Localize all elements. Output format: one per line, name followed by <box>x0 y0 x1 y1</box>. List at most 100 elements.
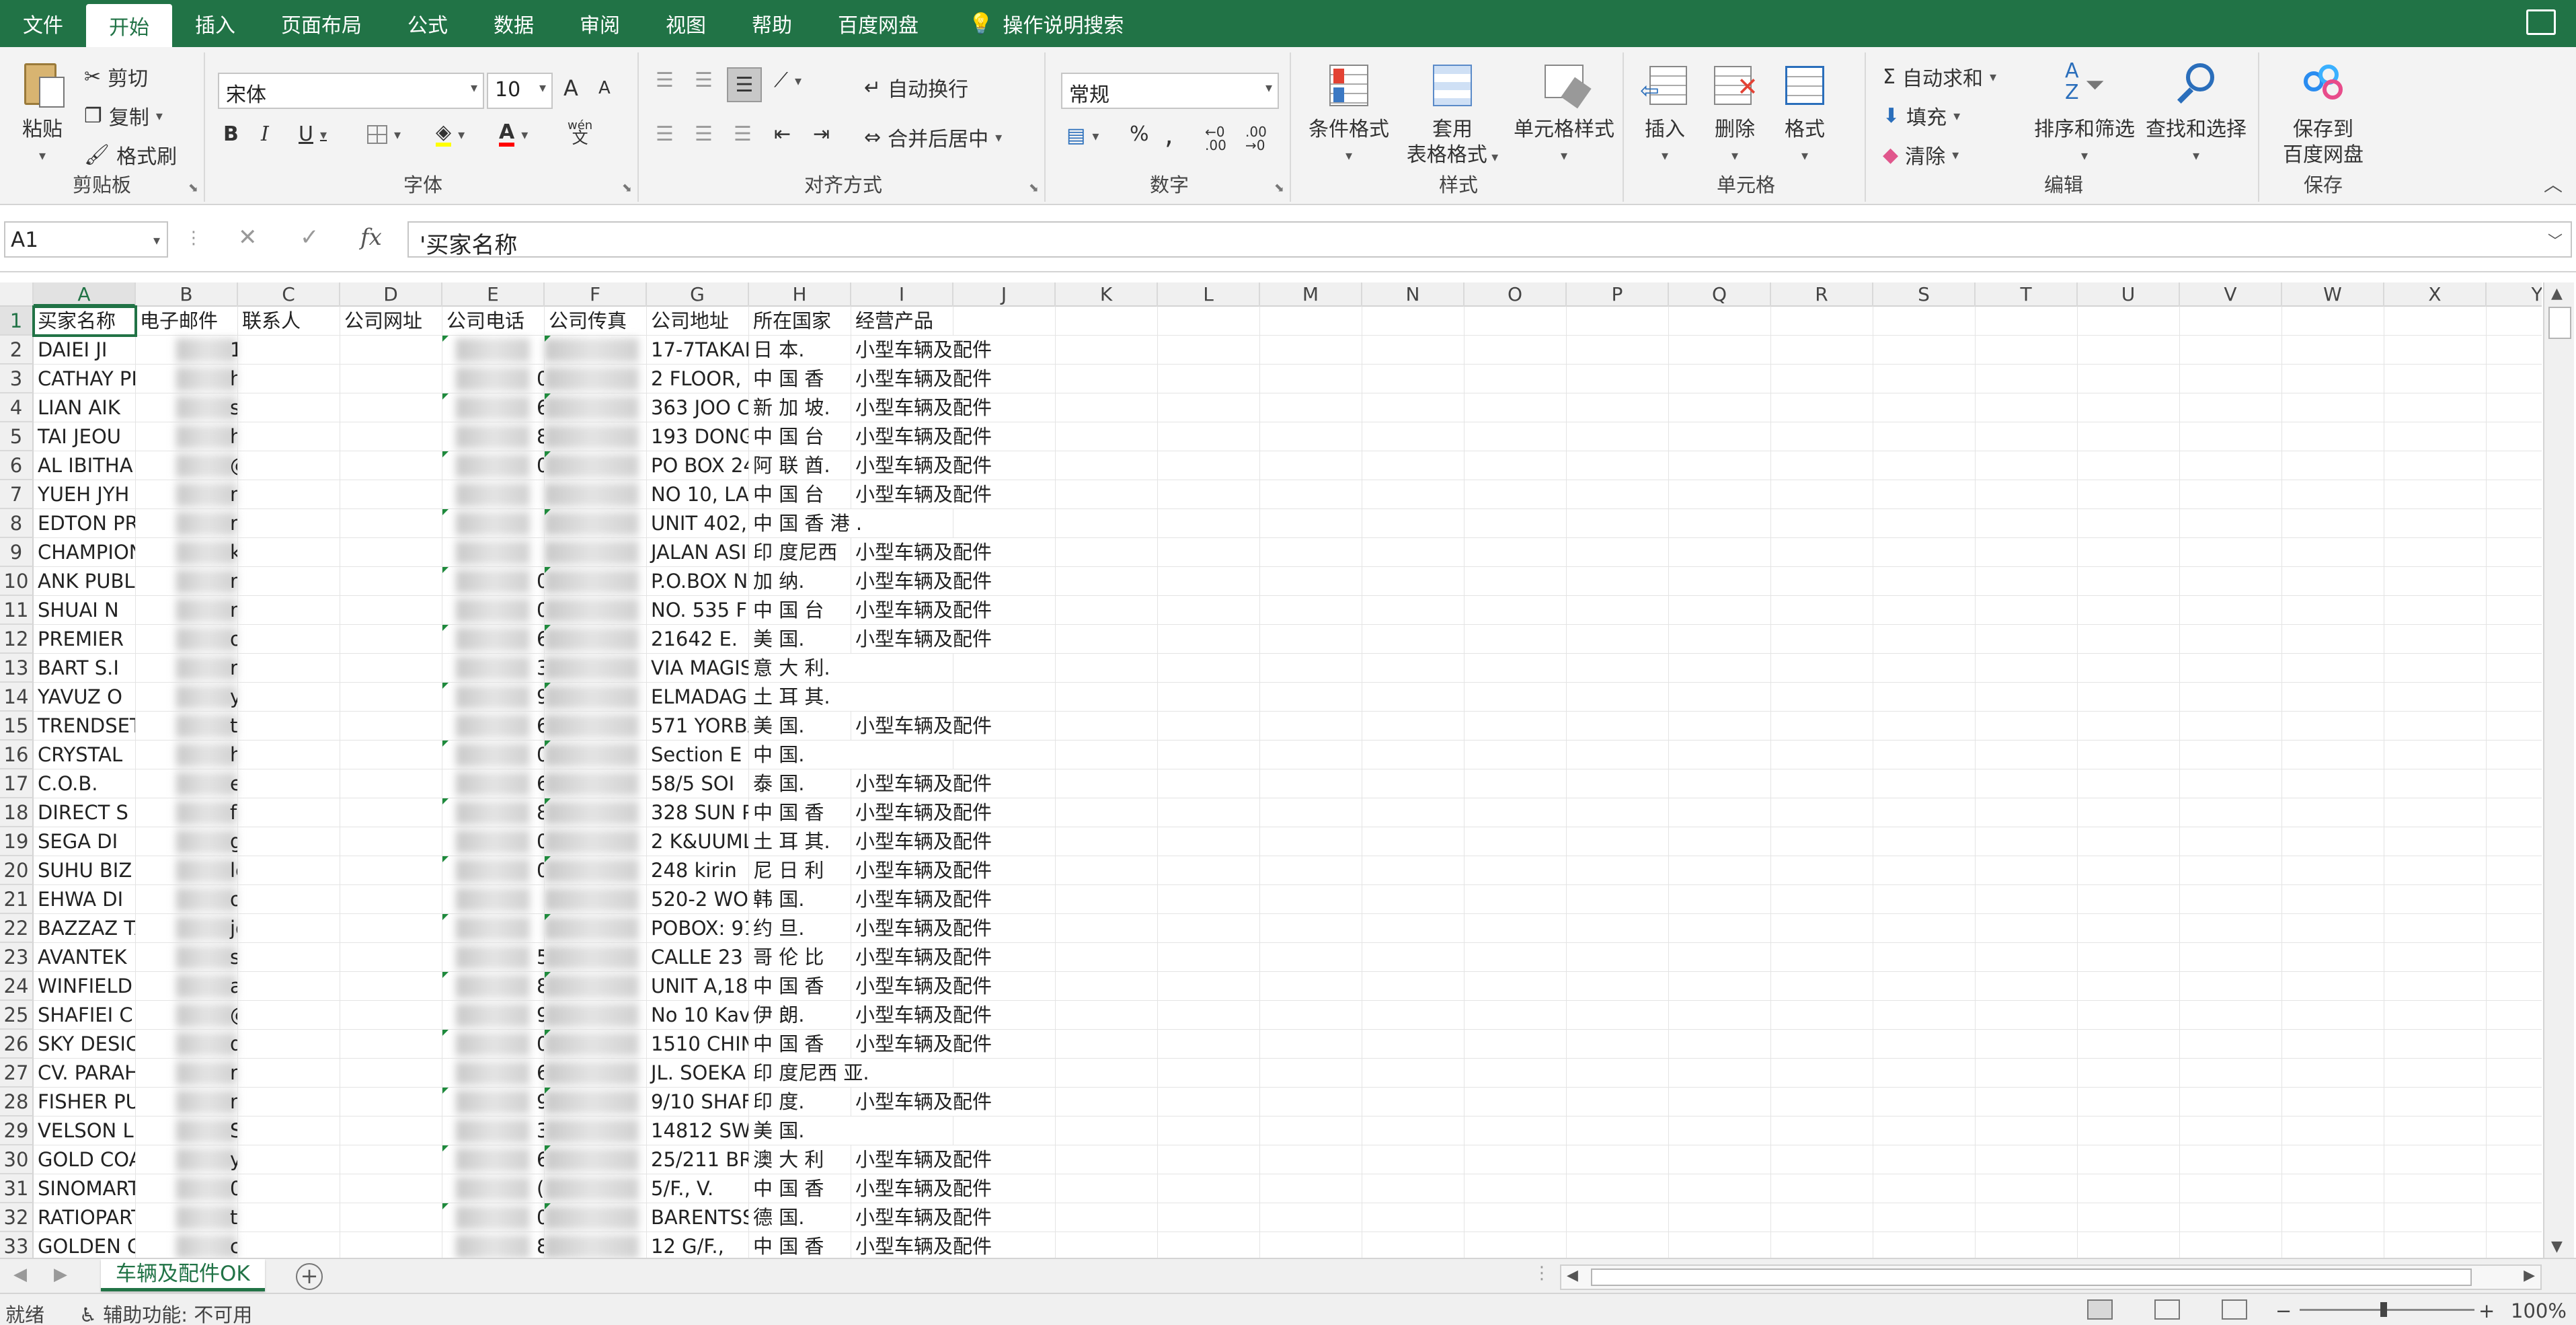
empty-cell[interactable] <box>1873 365 1976 393</box>
empty-cell[interactable] <box>1260 943 1362 972</box>
empty-cell[interactable] <box>2384 798 2487 827</box>
data-cell[interactable]: CV. PARAH <box>34 1059 136 1088</box>
empty-cell[interactable] <box>1056 856 1158 885</box>
empty-cell[interactable] <box>1567 567 1669 596</box>
data-cell[interactable]: PREMIER <box>34 625 136 654</box>
empty-cell[interactable] <box>1056 712 1158 741</box>
empty-cell[interactable] <box>1260 1232 1362 1258</box>
empty-cell[interactable] <box>1158 798 1260 827</box>
empty-cell[interactable] <box>1056 769 1158 798</box>
data-cell[interactable]: 中 国 香 <box>749 1174 851 1203</box>
empty-cell[interactable] <box>1260 451 1362 480</box>
row-header[interactable]: 12 <box>0 625 34 654</box>
empty-cell[interactable] <box>2384 451 2487 480</box>
empty-cell[interactable] <box>2180 943 2282 972</box>
empty-cell[interactable] <box>1362 1232 1465 1258</box>
empty-cell[interactable] <box>953 741 1056 769</box>
data-cell[interactable]: rex@bdg.centrin.ne <box>136 1059 238 1088</box>
data-cell[interactable] <box>340 654 442 683</box>
empty-cell[interactable] <box>1976 480 2078 509</box>
data-cell[interactable]: 哥 伦 比 <box>749 943 851 972</box>
data-cell[interactable]: 0 <box>442 856 545 885</box>
font-color-button[interactable]: A ▾ <box>499 122 528 147</box>
empty-cell[interactable] <box>1158 741 1260 769</box>
data-cell[interactable] <box>545 856 647 885</box>
empty-cell[interactable] <box>953 625 1056 654</box>
collapse-ribbon-icon[interactable]: ︿ <box>2544 170 2563 197</box>
empty-cell[interactable] <box>1158 712 1260 741</box>
empty-cell[interactable] <box>2384 422 2487 451</box>
column-header[interactable]: N <box>1362 282 1465 307</box>
tab-page-layout[interactable]: 页面布局 <box>258 0 385 47</box>
empty-cell[interactable] <box>953 914 1056 943</box>
empty-cell[interactable] <box>1669 336 1771 365</box>
empty-cell[interactable] <box>1771 1145 1873 1174</box>
empty-cell[interactable] <box>2384 1030 2487 1059</box>
next-sheet-icon[interactable]: ▶ <box>54 1264 67 1285</box>
empty-cell[interactable] <box>1567 1203 1669 1232</box>
empty-cell[interactable] <box>1976 596 2078 625</box>
percent-button[interactable]: % <box>1130 122 1149 146</box>
empty-cell[interactable] <box>2180 1088 2282 1116</box>
data-cell[interactable] <box>238 769 340 798</box>
data-cell[interactable]: 21642 E. <box>647 625 749 654</box>
data-cell[interactable] <box>545 972 647 1001</box>
row-header[interactable]: 11 <box>0 596 34 625</box>
cancel-icon[interactable]: ✕ <box>238 224 258 251</box>
empty-cell[interactable] <box>2282 972 2384 1001</box>
empty-cell[interactable] <box>1976 798 2078 827</box>
empty-cell[interactable] <box>2078 538 2180 567</box>
data-cell[interactable]: EHWA DI <box>34 885 136 914</box>
empty-cell[interactable] <box>1260 798 1362 827</box>
empty-cell[interactable] <box>1976 1030 2078 1059</box>
empty-cell[interactable] <box>2282 422 2384 451</box>
empty-cell[interactable] <box>1056 1232 1158 1258</box>
empty-cell[interactable] <box>1158 393 1260 422</box>
empty-cell[interactable] <box>1669 365 1771 393</box>
empty-cell[interactable] <box>953 422 1056 451</box>
data-cell[interactable] <box>238 538 340 567</box>
empty-cell[interactable] <box>953 365 1056 393</box>
data-cell[interactable]: 中 国 台 <box>749 596 851 625</box>
empty-cell[interactable] <box>1669 1145 1771 1174</box>
empty-cell[interactable] <box>1260 1145 1362 1174</box>
data-cell[interactable]: ternationa www.gree <box>136 712 238 741</box>
data-cell[interactable] <box>340 1232 442 1258</box>
empty-cell[interactable] <box>1362 422 1465 451</box>
empty-cell[interactable] <box>1158 827 1260 856</box>
header-cell[interactable]: 买家名称 <box>34 307 136 336</box>
empty-cell[interactable] <box>2180 683 2282 712</box>
empty-cell[interactable] <box>1873 654 1976 683</box>
data-cell[interactable] <box>545 1203 647 1232</box>
empty-cell[interactable] <box>1260 307 1362 336</box>
data-cell[interactable]: 571 YORBA <box>647 712 749 741</box>
insert-cells-button[interactable]: ⇦ 插入 ▾ <box>1631 61 1699 168</box>
data-cell[interactable]: WINFIELD <box>34 972 136 1001</box>
empty-cell[interactable] <box>1056 1030 1158 1059</box>
empty-cell[interactable] <box>2180 307 2282 336</box>
data-cell[interactable] <box>442 538 545 567</box>
page-layout-view-icon[interactable] <box>2154 1299 2180 1320</box>
zoom-level[interactable]: 100% <box>2511 1299 2567 1322</box>
empty-cell[interactable] <box>1465 827 1567 856</box>
empty-cell[interactable] <box>1567 972 1669 1001</box>
empty-cell[interactable] <box>1873 1145 1976 1174</box>
empty-cell[interactable] <box>2180 1145 2282 1174</box>
row-header[interactable]: 14 <box>0 683 34 712</box>
empty-cell[interactable] <box>2282 1232 2384 1258</box>
empty-cell[interactable] <box>1567 943 1669 972</box>
empty-cell[interactable] <box>1976 1059 2078 1088</box>
empty-cell[interactable] <box>2282 596 2384 625</box>
empty-cell[interactable] <box>1873 1232 1976 1258</box>
empty-cell[interactable] <box>2180 1059 2282 1088</box>
data-cell[interactable]: TAI JEOU <box>34 422 136 451</box>
empty-cell[interactable] <box>1976 712 2078 741</box>
header-cell[interactable]: 电子邮件 <box>136 307 238 336</box>
data-cell[interactable]: FISHER PU <box>34 1088 136 1116</box>
empty-cell[interactable] <box>1976 451 2078 480</box>
empty-cell[interactable] <box>1362 567 1465 596</box>
wrap-text-button[interactable]: ↵ 自动换行 <box>864 73 968 102</box>
empty-cell[interactable] <box>2384 856 2487 885</box>
empty-cell[interactable] <box>2282 1145 2384 1174</box>
empty-cell[interactable] <box>1260 972 1362 1001</box>
